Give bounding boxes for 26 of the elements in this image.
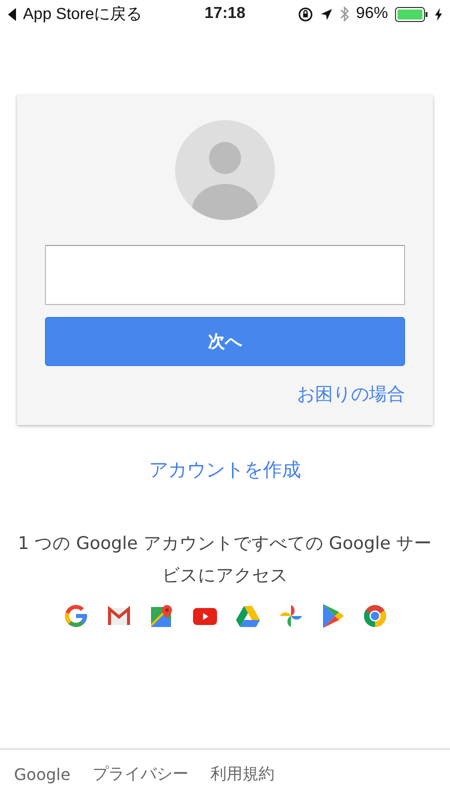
triangle-icon [236,606,260,626]
g-letter-icon [64,604,88,628]
email-field[interactable] [45,245,405,305]
status-time: 17:18 [204,5,246,23]
back-label[interactable]: App Storeに戻る [23,4,142,24]
play-triangle-icon [322,604,344,628]
next-button[interactable]: 次へ [45,317,405,366]
envelope-m-icon [106,606,130,626]
bluetooth-icon [340,6,349,22]
charging-bolt-icon [434,8,442,20]
battery-icon [394,6,428,22]
footer-link[interactable]: プライバシー [92,764,188,784]
rotation-lock-icon [298,6,313,22]
back-arrow-icon[interactable] [8,8,17,20]
pinwheel-icon [278,604,302,628]
chrome-circle-icon [362,604,386,628]
help-link[interactable]: お困りの場合 [297,383,405,407]
location-arrow-icon [320,8,333,20]
battery-percent: 96% [356,5,388,23]
play-rect-icon [192,608,216,624]
create-account-link[interactable]: アカウントを作成 [149,458,301,482]
footer-link[interactable]: 利用規約 [210,764,274,784]
tagline: 1 つの Google アカウントですべての Google サービスにアクセス [16,533,434,588]
map-pin-icon [150,604,174,628]
footer-link[interactable]: Google [14,764,70,784]
avatar-icon [175,120,275,220]
